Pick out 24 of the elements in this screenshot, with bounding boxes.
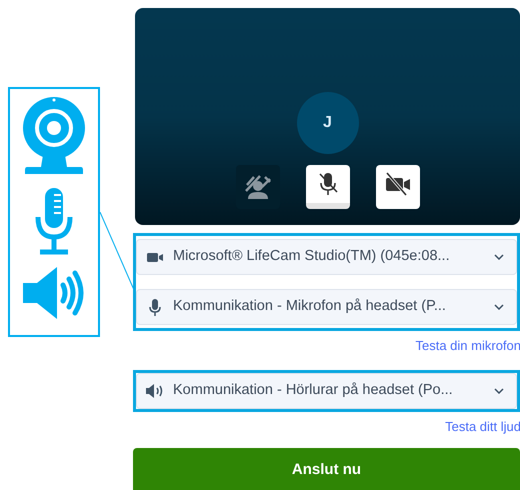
- webcam-icon: [23, 97, 85, 175]
- background-person-icon: [244, 175, 270, 199]
- device-name: Kommunikation - Mikrofon på headset (P...: [173, 297, 447, 316]
- background-effects-button[interactable]: [236, 165, 280, 209]
- microphone-toggle[interactable]: [306, 165, 350, 209]
- camera-icon: [147, 252, 163, 262]
- chevron-down-icon: [494, 388, 504, 394]
- camera-toggle[interactable]: [376, 165, 420, 209]
- test-link[interactable]: Testa din mikrofon: [416, 336, 520, 356]
- test-link[interactable]: Testa ditt ljud: [445, 416, 520, 436]
- speaker-dropdown[interactable]: Kommunikation - Hörlurar på headset (Po...: [136, 372, 517, 408]
- join-button[interactable]: Anslut nu: [133, 448, 520, 490]
- chevron-down-icon: [494, 304, 504, 310]
- speaker-icon: [146, 384, 164, 398]
- speaker-icon: [23, 267, 85, 319]
- avatar: J: [296, 92, 358, 154]
- microphone-dropdown[interactable]: Kommunikation - Mikrofon på headset (P...: [136, 289, 517, 325]
- microphone-icon: [34, 187, 74, 255]
- device-name: Kommunikation - Hörlurar på headset (Po...: [173, 380, 454, 400]
- camera-dropdown[interactable]: Microsoft® LifeCam Studio(TM) (045e:08...: [136, 239, 517, 275]
- camera-off-icon: [384, 172, 412, 196]
- chevron-down-icon: [494, 254, 504, 260]
- device-name: Microsoft® LifeCam Studio(TM) (045e:08...: [173, 247, 451, 266]
- microphone-icon: [149, 298, 161, 316]
